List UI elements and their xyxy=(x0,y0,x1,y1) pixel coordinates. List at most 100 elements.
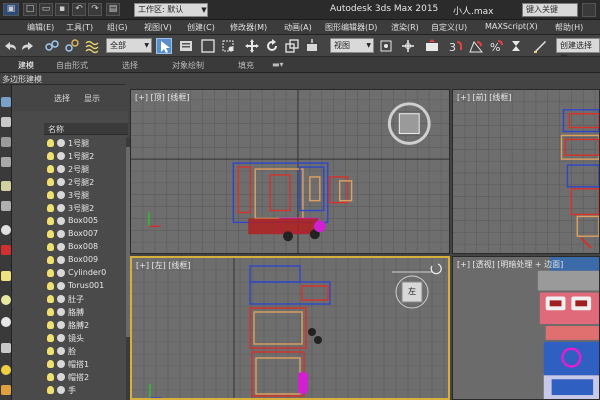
menu-views[interactable]: 视图(V) xyxy=(144,22,172,33)
percent-snap-icon[interactable]: % xyxy=(488,38,504,54)
menu-maxscript[interactable]: MAXScript(X) xyxy=(485,22,538,31)
window-crossing-icon[interactable] xyxy=(220,38,236,54)
explorer-tab-select[interactable]: 选择 xyxy=(54,93,70,104)
light-bulb-icon[interactable] xyxy=(47,204,54,212)
sphere-icon[interactable] xyxy=(1,225,11,235)
front-viewport-label[interactable]: [+] [前] [线框] xyxy=(457,92,512,103)
select-and-rotate-icon[interactable] xyxy=(264,38,280,54)
menu-animation[interactable]: 动画(A) xyxy=(284,22,312,33)
list-item[interactable]: 1号腿2 xyxy=(44,150,122,163)
list-item[interactable]: 2号腿 xyxy=(44,163,122,176)
list-item[interactable]: 肚子 xyxy=(44,293,122,306)
list-item[interactable]: 镜头 xyxy=(44,332,122,345)
keyboard-shortcut-override-icon[interactable] xyxy=(424,38,440,54)
light-bulb-icon[interactable] xyxy=(47,165,54,173)
named-selection-sets-dropdown[interactable]: 创建选择集 xyxy=(556,38,600,63)
reference-coordinate-dropdown[interactable]: 视图 ▼ xyxy=(330,38,374,53)
list-item[interactable]: Box007 xyxy=(44,228,122,241)
rectangular-selection-icon[interactable] xyxy=(200,38,216,54)
paint-icon[interactable] xyxy=(1,245,11,255)
list-column-header[interactable]: 名称 xyxy=(44,123,128,135)
search-input[interactable]: 键入关键 xyxy=(522,3,578,17)
menu-group[interactable]: 组(G) xyxy=(107,22,127,33)
undo-arrow-icon[interactable] xyxy=(2,38,18,54)
viewport-left[interactable]: [+] [左] [线框] 左 xyxy=(130,256,450,400)
workspace-dropdown[interactable]: 工作区: 默认 xyxy=(134,3,208,17)
light-bulb-icon[interactable] xyxy=(47,217,54,225)
menu-tools[interactable]: 工具(T) xyxy=(66,22,93,33)
modeling-icon[interactable] xyxy=(1,97,11,107)
select-and-move-icon[interactable] xyxy=(244,38,260,54)
light-bulb-icon[interactable] xyxy=(47,282,54,290)
app-menu-icon[interactable]: ▣ xyxy=(3,3,19,16)
tab-modeling[interactable]: 建模 xyxy=(18,60,34,71)
list-item[interactable]: Cylinder0 xyxy=(44,267,122,280)
light-bulb-icon[interactable] xyxy=(47,243,54,251)
light-bulb-icon[interactable] xyxy=(47,334,54,342)
teapot-icon[interactable] xyxy=(1,201,11,211)
camera-icon[interactable] xyxy=(1,181,11,191)
list-item[interactable]: 2号腿2 xyxy=(44,176,122,189)
viewport-perspective[interactable]: [+] [透视] [明暗处理 + 边面] xyxy=(452,256,600,400)
redo-icon[interactable]: ↷ xyxy=(88,3,102,16)
menu-create[interactable]: 创建(C) xyxy=(187,22,215,33)
manipulate-icon[interactable] xyxy=(400,38,416,54)
new-file-icon[interactable]: □ xyxy=(23,3,37,16)
bind-space-warp-icon[interactable] xyxy=(84,38,100,54)
tab-selection[interactable]: 选择 xyxy=(122,60,138,71)
menu-customize[interactable]: 自定义(U) xyxy=(431,22,467,33)
light-bulb-icon[interactable] xyxy=(47,386,54,394)
list-item[interactable]: 帽搭2 xyxy=(44,371,122,384)
selection-filter-dropdown[interactable]: 全部 ▼ xyxy=(106,38,152,53)
list-item[interactable]: Torus001 xyxy=(44,280,122,293)
edit-icon[interactable] xyxy=(1,117,11,127)
project-folder-icon[interactable]: ▤ xyxy=(106,3,120,16)
light-bulb-icon[interactable] xyxy=(47,295,54,303)
list-item[interactable]: Box009 xyxy=(44,254,122,267)
menu-modifiers[interactable]: 修改器(M) xyxy=(230,22,267,33)
undo-icon[interactable]: ↶ xyxy=(72,3,86,16)
angle-snap-icon[interactable] xyxy=(468,38,484,54)
list-item[interactable]: 胳膊2 xyxy=(44,319,122,332)
left-viewport-label[interactable]: [+] [左] [线框] xyxy=(136,260,191,271)
tab-freeform[interactable]: 自由形式 xyxy=(56,60,88,71)
shapes-icon[interactable] xyxy=(1,271,11,281)
list-item[interactable]: 胳膊 xyxy=(44,306,122,319)
list-item[interactable]: Box008 xyxy=(44,241,122,254)
binoculars-icon[interactable] xyxy=(582,3,596,17)
ribbon-options-icon[interactable]: ▬▾ xyxy=(272,60,284,69)
viewcube-face-label[interactable]: 左 xyxy=(408,286,416,297)
light-bulb-icon[interactable] xyxy=(47,269,54,277)
snaps-toggle-icon[interactable]: 3 xyxy=(448,38,464,54)
list-item[interactable]: 手 xyxy=(44,384,122,397)
gear-icon[interactable] xyxy=(1,385,11,395)
list-item[interactable]: Box005 xyxy=(44,215,122,228)
list-item[interactable]: 1号腿 xyxy=(44,137,122,150)
select-object-icon[interactable] xyxy=(156,38,172,54)
light-bulb-icon[interactable] xyxy=(47,139,54,147)
light-bulb-icon[interactable] xyxy=(47,373,54,381)
list-item[interactable]: 脸 xyxy=(44,345,122,358)
list-item[interactable]: 帽搭1 xyxy=(44,358,122,371)
perspective-viewport-label[interactable]: [+] [透视] [明暗处理 + 边面] xyxy=(457,259,563,270)
explorer-tab-display[interactable]: 显示 xyxy=(84,93,100,104)
light-bulb-icon[interactable] xyxy=(47,308,54,316)
cone-icon[interactable] xyxy=(1,343,11,353)
motion-icon[interactable] xyxy=(1,157,11,167)
edit-named-selection-icon[interactable] xyxy=(532,38,548,54)
light-bulb-icon[interactable] xyxy=(47,256,54,264)
light-bulb-icon[interactable] xyxy=(47,191,54,199)
light-bulb-icon[interactable] xyxy=(47,152,54,160)
light-bulb-icon[interactable] xyxy=(47,360,54,368)
select-and-link-icon[interactable] xyxy=(44,38,60,54)
tab-populate[interactable]: 填充 xyxy=(238,60,254,71)
menu-rendering[interactable]: 渲染(R) xyxy=(391,22,419,33)
menu-edit[interactable]: 编辑(E) xyxy=(27,22,54,33)
tab-object-paint[interactable]: 对象绘制 xyxy=(172,60,204,71)
select-and-scale-icon[interactable] xyxy=(284,38,300,54)
viewport-top[interactable]: [+] [顶] [线框] xyxy=(130,89,450,254)
select-by-name-icon[interactable] xyxy=(178,38,194,54)
sun-icon[interactable] xyxy=(1,365,11,375)
light-bulb-icon[interactable] xyxy=(47,230,54,238)
list-item[interactable]: 3号腿2 xyxy=(44,202,122,215)
